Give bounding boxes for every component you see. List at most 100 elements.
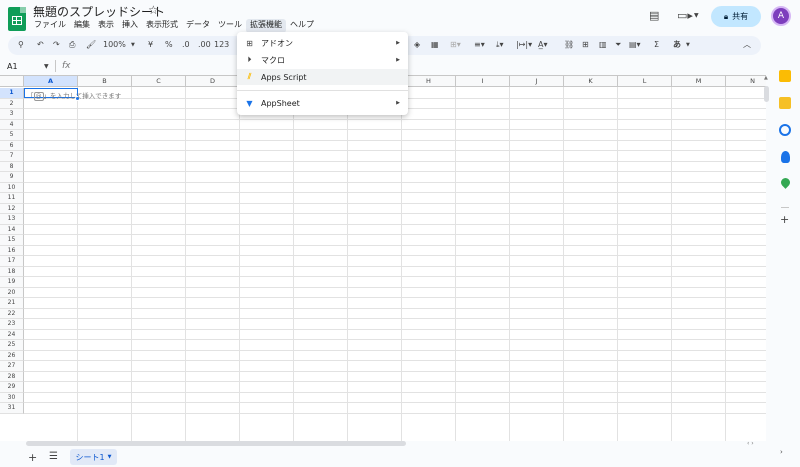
menu-item-macros[interactable]: ⏵ マクロ ▶ xyxy=(237,52,408,68)
undo-icon[interactable]: ↶ xyxy=(37,40,44,50)
row-header[interactable]: 27 xyxy=(0,361,24,372)
row-header[interactable]: 13 xyxy=(0,214,24,225)
increase-decimal-button[interactable]: .00 xyxy=(198,40,211,50)
menu-insert[interactable]: 挿入 xyxy=(118,19,142,33)
tasks-icon[interactable] xyxy=(779,124,791,136)
calendar-icon[interactable] xyxy=(779,70,791,82)
menu-view[interactable]: 表示 xyxy=(94,19,118,33)
share-button[interactable]: 🔒︎ 共有 xyxy=(711,6,761,27)
paint-format-icon[interactable]: 🖌︎ xyxy=(86,40,96,50)
print-icon[interactable]: ⎙ xyxy=(69,40,75,50)
show-side-panel-icon[interactable]: › xyxy=(780,448,783,456)
filter-views-icon[interactable]: ▤▾ xyxy=(629,40,641,50)
avatar[interactable]: A xyxy=(771,6,791,26)
row-header[interactable]: 15 xyxy=(0,235,24,246)
row-header[interactable]: 30 xyxy=(0,392,24,403)
column-header[interactable]: A xyxy=(24,76,78,87)
column-header[interactable]: J xyxy=(510,76,564,87)
filter-icon[interactable]: ⏷ xyxy=(615,40,621,50)
sheet-tab[interactable]: シート1 ▼ xyxy=(70,449,117,465)
merge-cells-icon[interactable]: ⊞▾ xyxy=(450,40,461,50)
currency-format-button[interactable]: ¥ xyxy=(148,40,153,50)
row-header[interactable]: 6 xyxy=(0,140,24,151)
row-header[interactable]: 28 xyxy=(0,371,24,382)
borders-icon[interactable]: ▦ xyxy=(431,40,439,50)
row-header[interactable]: 18 xyxy=(0,266,24,277)
row-header[interactable]: 11 xyxy=(0,193,24,204)
row-header[interactable]: 16 xyxy=(0,245,24,256)
insert-link-icon[interactable]: ⛓︎ xyxy=(564,40,574,50)
column-header[interactable]: C xyxy=(132,76,186,87)
collapse-toolbar-icon[interactable]: ︿ xyxy=(743,40,751,50)
search-menus-icon[interactable]: ⚲ xyxy=(18,40,24,50)
row-header[interactable]: 10 xyxy=(0,182,24,193)
vertical-scrollbar[interactable] xyxy=(764,86,769,102)
row-header[interactable]: 4 xyxy=(0,119,24,130)
text-rotation-icon[interactable]: A̲▾ xyxy=(538,40,548,50)
comment-history-icon[interactable]: ▤ xyxy=(649,9,659,22)
column-header[interactable]: I xyxy=(456,76,510,87)
column-header[interactable]: N xyxy=(726,76,766,87)
percent-format-button[interactable]: % xyxy=(165,40,173,50)
redo-icon[interactable]: ↷ xyxy=(53,40,60,50)
zoom-chevron-icon[interactable]: ▼ xyxy=(131,40,135,50)
column-header[interactable]: M xyxy=(672,76,726,87)
spreadsheet-grid[interactable]: ABCDEFGHIJKLMN12345678910111213141516171… xyxy=(0,75,766,441)
menu-extensions[interactable]: 拡張機能 xyxy=(246,19,286,33)
column-header[interactable]: K xyxy=(564,76,618,87)
row-header[interactable]: 19 xyxy=(0,277,24,288)
row-header[interactable]: 9 xyxy=(0,172,24,183)
fill-color-icon[interactable]: ◈ xyxy=(414,40,420,50)
row-header[interactable]: 21 xyxy=(0,298,24,309)
add-sheet-icon[interactable]: + xyxy=(28,451,37,464)
menu-file[interactable]: ファイル xyxy=(30,19,70,33)
text-wrap-icon[interactable]: |↦|▾ xyxy=(516,40,532,50)
row-header[interactable]: 25 xyxy=(0,340,24,351)
insert-chart-icon[interactable]: ▥ xyxy=(599,40,607,50)
menu-item-addons[interactable]: ⊞ アドオン ▶ xyxy=(237,35,408,51)
row-header[interactable]: 5 xyxy=(0,130,24,141)
column-header[interactable]: B xyxy=(78,76,132,87)
chevron-down-icon[interactable]: ▼ xyxy=(694,12,699,19)
menu-help[interactable]: ヘルプ xyxy=(286,19,318,33)
row-header[interactable]: 29 xyxy=(0,382,24,393)
row-header[interactable]: 1 xyxy=(0,88,24,99)
decrease-decimal-button[interactable]: .0 xyxy=(182,40,190,50)
row-header[interactable]: 26 xyxy=(0,350,24,361)
all-sheets-icon[interactable]: ☰ xyxy=(49,451,58,462)
row-header[interactable]: 20 xyxy=(0,287,24,298)
name-box-chevron-icon[interactable]: ▼ xyxy=(44,63,49,70)
insert-comment-icon[interactable]: ⊞ xyxy=(582,40,589,50)
row-header[interactable]: 17 xyxy=(0,256,24,267)
vertical-align-icon[interactable]: ⤓▾ xyxy=(496,40,504,50)
row-header[interactable]: 2 xyxy=(0,98,24,109)
number-format-button[interactable]: 123 xyxy=(214,40,229,50)
column-header[interactable]: L xyxy=(618,76,672,87)
row-header[interactable]: 12 xyxy=(0,203,24,214)
row-header[interactable]: 8 xyxy=(0,161,24,172)
scroll-up-icon[interactable]: ▲ xyxy=(764,75,768,81)
row-header[interactable]: 22 xyxy=(0,308,24,319)
menu-format[interactable]: 表示形式 xyxy=(142,19,182,33)
horizontal-align-icon[interactable]: ≡▾ xyxy=(474,40,485,50)
row-header[interactable]: 14 xyxy=(0,224,24,235)
sheet-tab-chevron-icon[interactable]: ▼ xyxy=(108,454,112,460)
sheets-logo-icon[interactable] xyxy=(8,7,26,31)
name-box[interactable]: A1 xyxy=(7,62,18,71)
menu-item-apps-script[interactable]: ⫽ Apps Script xyxy=(237,69,408,85)
add-on-plus-icon[interactable]: + xyxy=(780,213,789,226)
menu-item-appsheet[interactable]: ▼ AppSheet ▶ xyxy=(237,95,408,111)
select-all-corner[interactable] xyxy=(0,76,24,87)
menu-tools[interactable]: ツール xyxy=(214,19,246,33)
menu-data[interactable]: データ xyxy=(182,19,214,33)
meet-icon[interactable]: ▭▸ xyxy=(677,9,693,22)
star-icon[interactable]: ☆ xyxy=(148,3,159,17)
row-header[interactable]: 7 xyxy=(0,151,24,162)
menu-edit[interactable]: 編集 xyxy=(70,19,94,33)
input-tools-button[interactable]: あ xyxy=(673,40,681,50)
keep-icon[interactable] xyxy=(779,97,791,109)
row-header[interactable]: 23 xyxy=(0,319,24,330)
column-header[interactable]: D xyxy=(186,76,240,87)
input-tools-chevron-icon[interactable]: ▼ xyxy=(686,40,690,50)
row-header[interactable]: 3 xyxy=(0,109,24,120)
